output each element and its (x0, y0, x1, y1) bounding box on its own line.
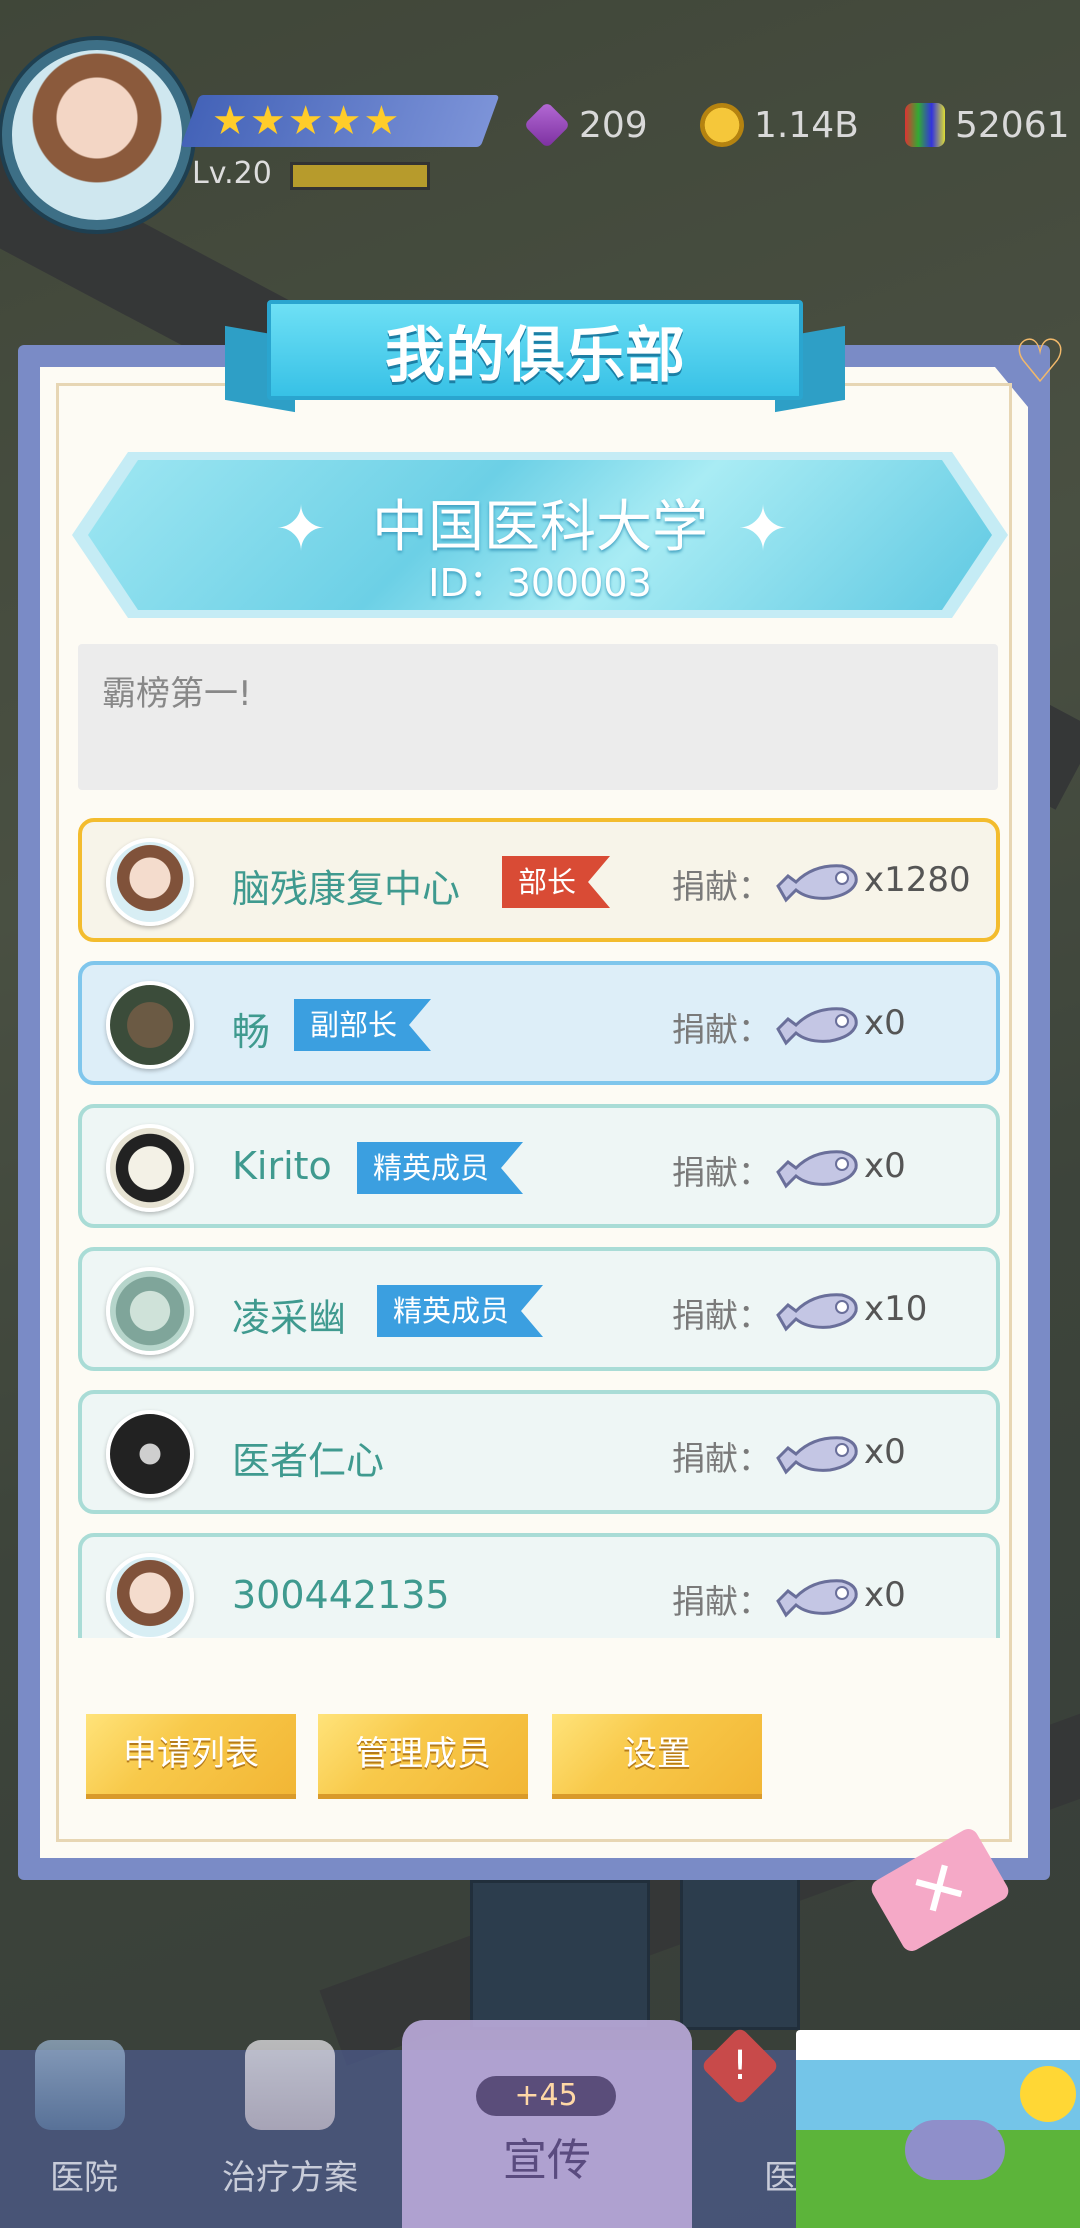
sun-icon (1020, 2066, 1076, 2122)
nav-partial[interactable]: 医 (764, 2150, 798, 2199)
gem-count: 209 (579, 104, 648, 146)
avatar (106, 1124, 194, 1212)
flag-count: 52061 (955, 104, 1070, 146)
avatar (106, 1410, 194, 1498)
apply-list-button[interactable]: 申请列表 (86, 1714, 296, 1794)
member-row[interactable]: 畅 副部长 捐献： x0 (78, 961, 1000, 1085)
contribution-count: x0 (864, 1146, 906, 1186)
role-badge: 副部长 (294, 999, 431, 1051)
avatar (106, 1267, 194, 1355)
avatar (106, 1553, 194, 1638)
player-level: Lv.20 (192, 156, 272, 191)
role-badge: 精英成员 (377, 1285, 543, 1337)
member-name: 凌采幽 (232, 1296, 347, 1340)
fish-icon (776, 1293, 858, 1332)
contribution-count: x0 (864, 1575, 906, 1615)
member-list[interactable]: 脑残康复中心 部长 捐献： x1280 畅 副部长 捐献： x0 Kirito … (78, 818, 1000, 1638)
ribbon-main: 我的俱乐部 (267, 300, 803, 400)
medkit-icon[interactable] (245, 2040, 335, 2130)
manage-members-button[interactable]: 管理成员 (318, 1714, 528, 1794)
window-title: 我的俱乐部 (385, 320, 685, 391)
member-name: 脑残康复中心 (232, 867, 461, 911)
contribution-label: 捐献： (672, 1153, 771, 1192)
member-name: 医者仁心 (232, 1439, 385, 1483)
heart-icon[interactable]: ♡ (1000, 330, 1080, 394)
nav-hospital[interactable]: 医院 (50, 2150, 118, 2199)
fish-icon (776, 1007, 858, 1046)
member-row[interactable]: 脑残康复中心 部长 捐献： x1280 (78, 818, 1000, 942)
settings-button[interactable]: 设置 (552, 1714, 762, 1794)
contribution-label: 捐献： (672, 1010, 771, 1049)
hospital-icon[interactable] (35, 2040, 125, 2130)
contribution-count: x10 (864, 1289, 928, 1329)
promo-label[interactable]: 宣传 (402, 2124, 692, 2188)
coin-counter[interactable]: 1.14B (700, 100, 859, 150)
club-motto: 霸榜第一! (78, 644, 998, 790)
flag-counter[interactable]: 52061 (905, 100, 1070, 150)
member-name: Kirito (232, 1144, 332, 1188)
top-hud: ★★★★★ Lv.20 209 1.14B 52061 (0, 0, 1080, 240)
player-avatar[interactable] (2, 40, 192, 230)
member-row[interactable]: 医者仁心 捐献： x0 (78, 1390, 1000, 1514)
contribution-label: 捐献： (672, 1439, 771, 1478)
avatar (106, 838, 194, 926)
title-ribbon: 我的俱乐部 (225, 300, 845, 413)
member-row[interactable]: Kirito 精英成员 捐献： x0 (78, 1104, 1000, 1228)
club-id: ID：300003 (428, 561, 652, 605)
fish-icon (776, 864, 858, 903)
nav-treatment[interactable]: 治疗方案 (222, 2150, 358, 2199)
hippo-icon (905, 2120, 1005, 2180)
contribution-label: 捐献： (672, 867, 771, 906)
contribution-label: 捐献： (672, 1582, 771, 1621)
coin-icon (700, 103, 744, 147)
coin-count: 1.14B (754, 104, 859, 146)
contribution-count: x0 (864, 1003, 906, 1043)
fish-icon (776, 1436, 858, 1475)
contribution-count: x1280 (864, 860, 971, 900)
fish-icon (776, 1579, 858, 1618)
member-row[interactable]: 凌采幽 精英成员 捐献： x10 (78, 1247, 1000, 1371)
level-progress-bar (290, 162, 430, 190)
gem-icon (523, 101, 571, 149)
club-name: 中国医科大学 (372, 495, 708, 560)
flag-icon (905, 103, 945, 147)
member-name: 畅 (232, 1010, 271, 1054)
role-badge: 部长 (502, 856, 610, 908)
avatar (106, 981, 194, 1069)
fish-icon (776, 1150, 858, 1189)
promo-bonus: +45 (476, 2076, 616, 2116)
contribution-label: 捐献： (672, 1296, 771, 1335)
role-badge: 精英成员 (357, 1142, 523, 1194)
contribution-count: x0 (864, 1432, 906, 1472)
rating-stars: ★★★★★ (212, 98, 402, 144)
member-row[interactable]: 300442135 捐献： x0 (78, 1533, 1000, 1638)
member-name: 300442135 (232, 1573, 450, 1617)
gem-counter[interactable]: 209 (523, 100, 648, 150)
